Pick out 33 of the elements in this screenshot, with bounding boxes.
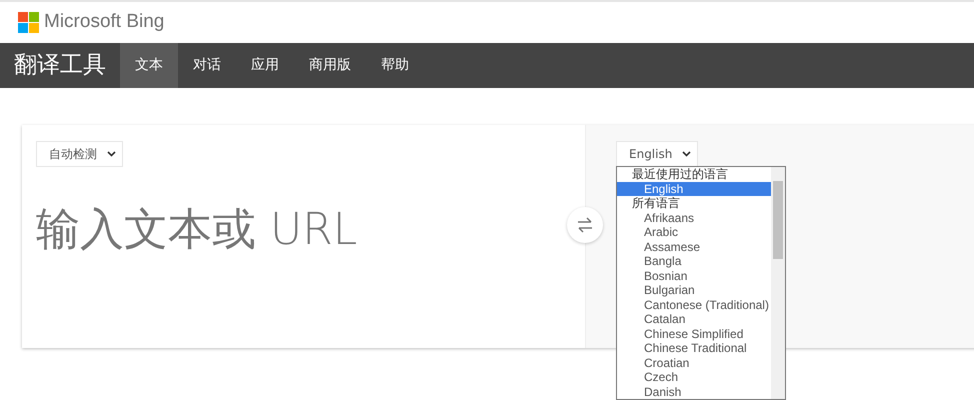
dropdown-option[interactable]: Croatian — [617, 356, 771, 370]
chevron-icon — [682, 151, 692, 157]
app-title: 翻译工具 — [13, 51, 107, 80]
nav-tab[interactable]: 帮助 — [366, 43, 424, 88]
language-select[interactable]: English — [616, 141, 698, 167]
dropdown-option[interactable]: Afrikaans — [617, 210, 771, 225]
nav-tab[interactable]: 对话 — [178, 43, 236, 88]
swap-icon — [576, 217, 594, 233]
dropdown-option[interactable]: Bosnian — [617, 268, 771, 283]
dropdown-option[interactable]: Chinese Simplified — [617, 326, 771, 341]
logo-icon — [18, 12, 40, 34]
nav-tab[interactable]: 应用 — [236, 43, 294, 88]
brand-name[interactable]: Microsoft Bing — [44, 8, 164, 37]
option-group-label: 所有语言 — [631, 196, 681, 210]
option-group-label: 最近使用过的语言 — [631, 167, 729, 182]
dropdown-option[interactable]: Danish — [617, 384, 771, 399]
dropdown-option[interactable]: Bangla — [617, 254, 771, 268]
scrollbar[interactable] — [771, 167, 785, 399]
swap-button[interactable] — [567, 207, 603, 243]
nav-tab[interactable]: 商用版 — [294, 43, 366, 88]
dropdown-option[interactable]: Assamese — [617, 240, 771, 254]
dropdown-option[interactable]: Chinese Traditional — [617, 341, 771, 356]
dropdown-option[interactable]: English — [617, 182, 771, 196]
dropdown-option[interactable]: Cantonese (Traditional) — [617, 298, 771, 312]
input-field[interactable]: 输入文本或 URL — [36, 197, 571, 263]
dropdown-option[interactable]: Arabic — [617, 225, 771, 240]
dropdown-option[interactable]: Czech — [617, 370, 771, 384]
dropdown-option[interactable]: Bulgarian — [617, 283, 771, 298]
language-select[interactable]: 自动检测 — [36, 141, 123, 167]
chevron-icon — [107, 151, 116, 157]
scrollbar-thumb[interactable] — [773, 181, 783, 259]
dropdown-option[interactable]: Catalan — [617, 312, 771, 326]
nav-tab[interactable]: 文本 — [120, 43, 178, 88]
